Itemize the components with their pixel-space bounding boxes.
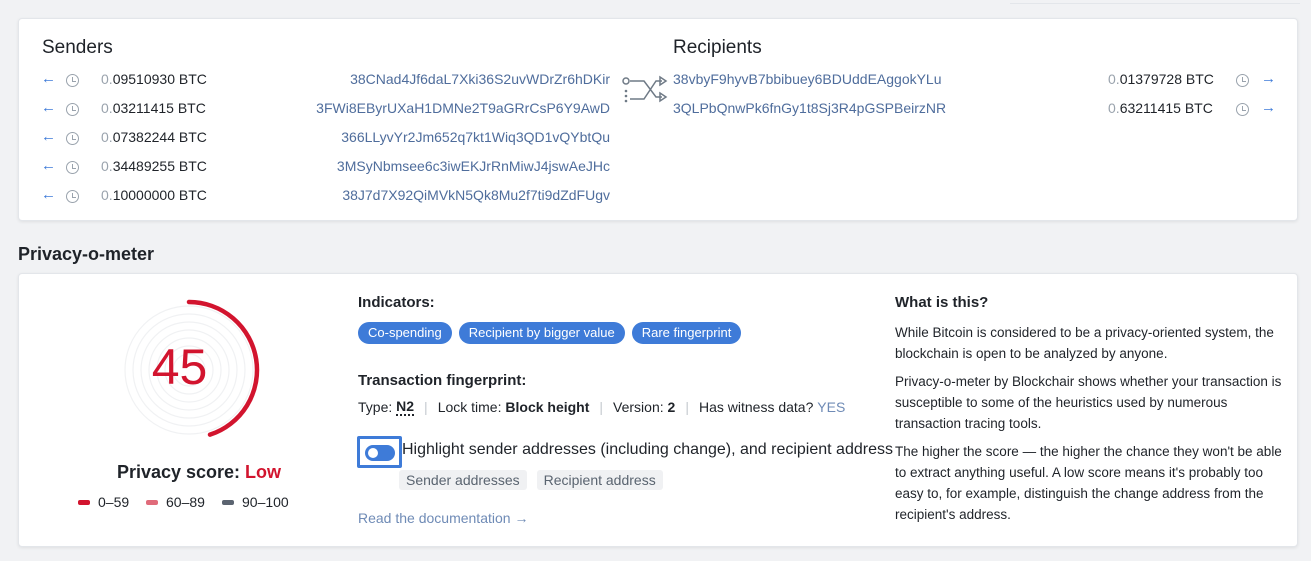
lock-time-value: Block height (505, 399, 590, 415)
transaction-flow-icon (622, 75, 668, 103)
amount-digits: 09510930 (112, 71, 175, 87)
amount-prefix: 0. (101, 129, 113, 145)
arrow-left-icon[interactable]: ← (41, 70, 59, 87)
type-label: Type: (358, 399, 393, 415)
clock-icon[interactable] (66, 74, 79, 87)
type-value[interactable]: N2 (396, 398, 415, 416)
witness-value: YES (817, 399, 846, 415)
version-value: 2 (667, 399, 676, 415)
amount-prefix: 0. (101, 187, 113, 203)
sender-amount: 0.07382244 BTC (101, 129, 207, 145)
highlight-chip: Sender addresses (399, 470, 527, 490)
indicator-badge[interactable]: Co-spending (358, 322, 452, 344)
clock-icon[interactable] (66, 161, 79, 174)
amount-prefix: 0. (101, 158, 113, 174)
witness-label: Has witness data? (698, 399, 814, 415)
sender-address-link[interactable]: 38J7d7X92QiMVkN5Qk8Mu2f7ti9dZdFUgv (342, 187, 610, 203)
sender-address-link[interactable]: 366LLyvYr2Jm652q7kt1Wiq3QD1vQYbtQu (341, 129, 610, 145)
top-divider (1010, 0, 1300, 4)
amount-digits: 34489255 (112, 158, 175, 174)
lock-time-label: Lock time: (437, 399, 502, 415)
amount-prefix: 0. (101, 100, 113, 116)
clock-icon[interactable] (66, 132, 79, 145)
legend-swatch (146, 499, 158, 505)
highlight-toggle-focus[interactable] (357, 436, 402, 468)
privacy-card: 45 Privacy score: Low 0–59 60–89 90–100 In… (18, 273, 1298, 547)
highlight-toggle[interactable] (365, 445, 395, 461)
separator: | (599, 399, 604, 415)
sender-amount: 0.10000000 BTC (101, 187, 207, 203)
clock-icon[interactable] (66, 103, 79, 116)
indicator-badge[interactable]: Recipient by bigger value (458, 322, 625, 344)
fingerprint-row: Type: N2 | Lock time: Block height | Ver… (358, 398, 845, 416)
sender-amount: 0.34489255 BTC (101, 158, 207, 174)
highlight-chips: Sender addresses Recipient address (399, 470, 663, 490)
legend-range: 60–89 (166, 494, 205, 510)
amount-digits: 10000000 (112, 187, 175, 203)
amount-prefix: 0. (1108, 71, 1120, 87)
amount-prefix: 0. (1108, 100, 1120, 116)
sender-amount: 0.03211415 BTC (101, 100, 206, 116)
sender-amount: 0.09510930 BTC (101, 71, 207, 87)
explanation-paragraph: Privacy-o-meter by Blockchair shows whet… (895, 374, 1282, 431)
highlight-toggle-label[interactable]: Highlight sender addresses (including ch… (402, 441, 893, 459)
score-label-text: Privacy score: (116, 462, 241, 482)
arrow-left-icon[interactable]: ← (41, 128, 59, 145)
toggle-knob (368, 448, 378, 458)
amount-unit: BTC (1184, 100, 1213, 116)
recipient-address-link[interactable]: 38vbyF9hyvB7bbibuey6BDUddEAggokYLu (673, 71, 942, 87)
legend-item: 90–100 (222, 494, 289, 510)
amount-unit: BTC (1185, 71, 1214, 87)
score-level: Low (245, 462, 282, 482)
what-is-this-title: What is this? (895, 294, 989, 311)
legend-range: 0–59 (98, 494, 130, 510)
separator: | (685, 399, 689, 415)
recipients-title: Recipients (673, 37, 762, 58)
clock-icon[interactable] (1236, 74, 1249, 87)
amount-digits: 07382244 (112, 129, 175, 145)
recipient-amount: 0.01379728 BTC (1108, 71, 1214, 87)
arrow-right-icon[interactable]: → (1261, 99, 1279, 116)
amount-digits: 63211415 (1119, 100, 1181, 116)
amount-digits: 03211415 (112, 100, 174, 116)
amount-digits: 01379728 (1119, 71, 1182, 87)
transaction-card: Senders Recipients ← 0.09510930 BTC 38CNad… (18, 18, 1298, 221)
sender-address-link[interactable]: 3MSyNbmsee6c3iwEKJrRnMiwJ4jswAeJHc (337, 158, 610, 174)
arrow-left-icon[interactable]: ← (41, 157, 59, 174)
explanation-paragraph: The higher the score — the higher the ch… (895, 444, 1282, 522)
privacy-section-title: Privacy-o-meter (18, 244, 155, 264)
arrow-left-icon[interactable]: ← (41, 186, 59, 203)
legend-swatch (78, 499, 90, 505)
clock-icon[interactable] (1236, 103, 1249, 116)
legend-range: 90–100 (242, 494, 289, 510)
version-label: Version: (613, 399, 664, 415)
recipient-amount: 0.63211415 BTC (1108, 100, 1213, 116)
senders-title: Senders (42, 37, 113, 58)
legend-item: 60–89 (146, 494, 205, 510)
amount-unit: BTC (178, 129, 207, 145)
indicator-badges: Co-spending Recipient by bigger value Rare… (358, 322, 742, 344)
arrow-right-icon[interactable]: → (1261, 70, 1279, 87)
privacy-score-value: 45 (151, 339, 208, 395)
documentation-link[interactable]: Read the documentation → (358, 510, 528, 526)
highlight-chip: Recipient address (536, 470, 663, 490)
separator: | (424, 399, 428, 415)
fingerprint-title: Transaction fingerprint: (358, 372, 527, 389)
amount-unit: BTC (177, 100, 206, 116)
legend-item: 0–59 (78, 494, 129, 510)
recipient-address-link[interactable]: 3QLPbQnwPk6fnGy1t8Sj3R4pGSPBeirzNR (673, 100, 946, 116)
sender-address-link[interactable]: 38CNad4Jf6daL7Xki36S2uvWDrZr6hDKir (350, 71, 610, 87)
amount-unit: BTC (178, 187, 207, 203)
amount-unit: BTC (178, 71, 207, 87)
sender-address-link[interactable]: 3FWi8EByrUXaH1DMNe2T9aGRrCsP6Y9AwD (316, 100, 610, 116)
indicators-title: Indicators: (358, 294, 435, 311)
explanation-paragraph: While Bitcoin is considered to be a priv… (895, 325, 1274, 361)
clock-icon[interactable] (66, 190, 79, 203)
privacy-score-label: Privacy score: Low (89, 462, 309, 483)
indicator-badge[interactable]: Rare fingerprint (631, 322, 742, 344)
amount-prefix: 0. (101, 71, 113, 87)
amount-unit: BTC (178, 158, 207, 174)
arrow-left-icon[interactable]: ← (41, 99, 59, 116)
legend-swatch (222, 499, 234, 505)
